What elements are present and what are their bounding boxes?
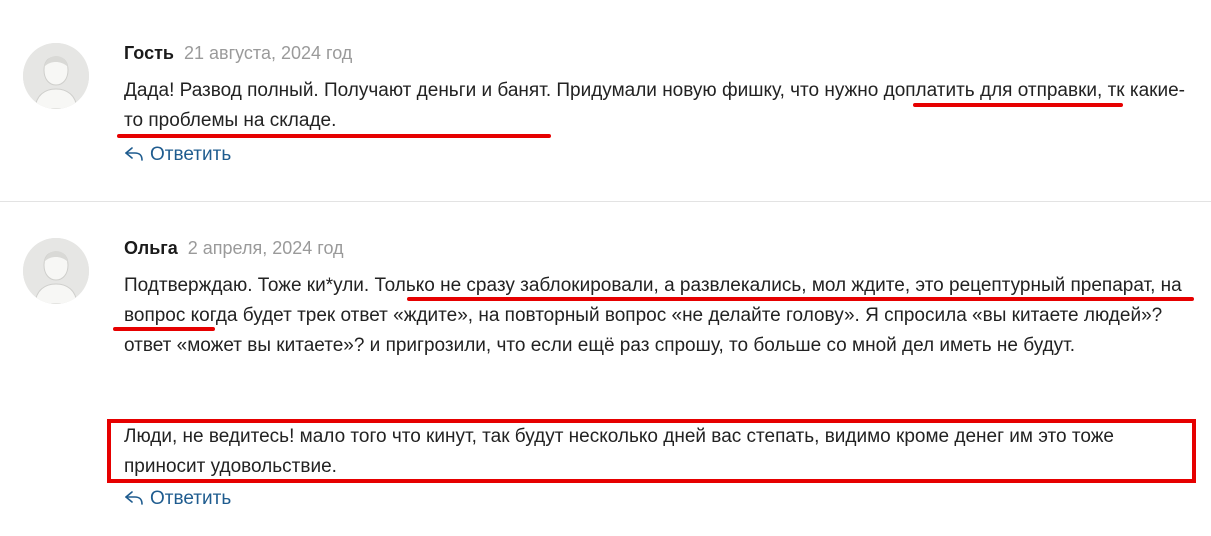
annotation-underline: [407, 297, 1194, 301]
comment-meta: Гость 21 августа, 2024 год: [124, 42, 352, 64]
reply-arrow-icon: [125, 147, 143, 161]
comment-date: 21 августа, 2024 год: [183, 43, 353, 63]
reply-label: Ответить: [150, 488, 232, 509]
annotation-underline: [913, 103, 1123, 107]
reply-button[interactable]: Ответить: [124, 487, 231, 511]
comment-text-highlighted: Люди, не ведитесь! мало того что кинут, …: [124, 426, 1114, 477]
user-avatar-icon: [23, 238, 89, 304]
comment-meta: Ольга 2 апреля, 2024 год: [124, 237, 344, 259]
comment-author: Гость: [124, 43, 174, 63]
reply-button[interactable]: Ответить: [124, 143, 231, 167]
comment-text: Подтверждаю. Тоже ки*ули. Только не сраз…: [124, 275, 1182, 356]
user-avatar-icon: [23, 43, 89, 109]
comment-date: 2 апреля, 2024 год: [187, 238, 344, 258]
annotation-underline: [113, 327, 215, 331]
reply-label: Ответить: [150, 144, 232, 165]
reply-arrow-icon: [125, 491, 143, 505]
annotation-underline: [117, 134, 551, 138]
comment-author: Ольга: [124, 238, 178, 258]
comment-divider: [0, 201, 1211, 202]
